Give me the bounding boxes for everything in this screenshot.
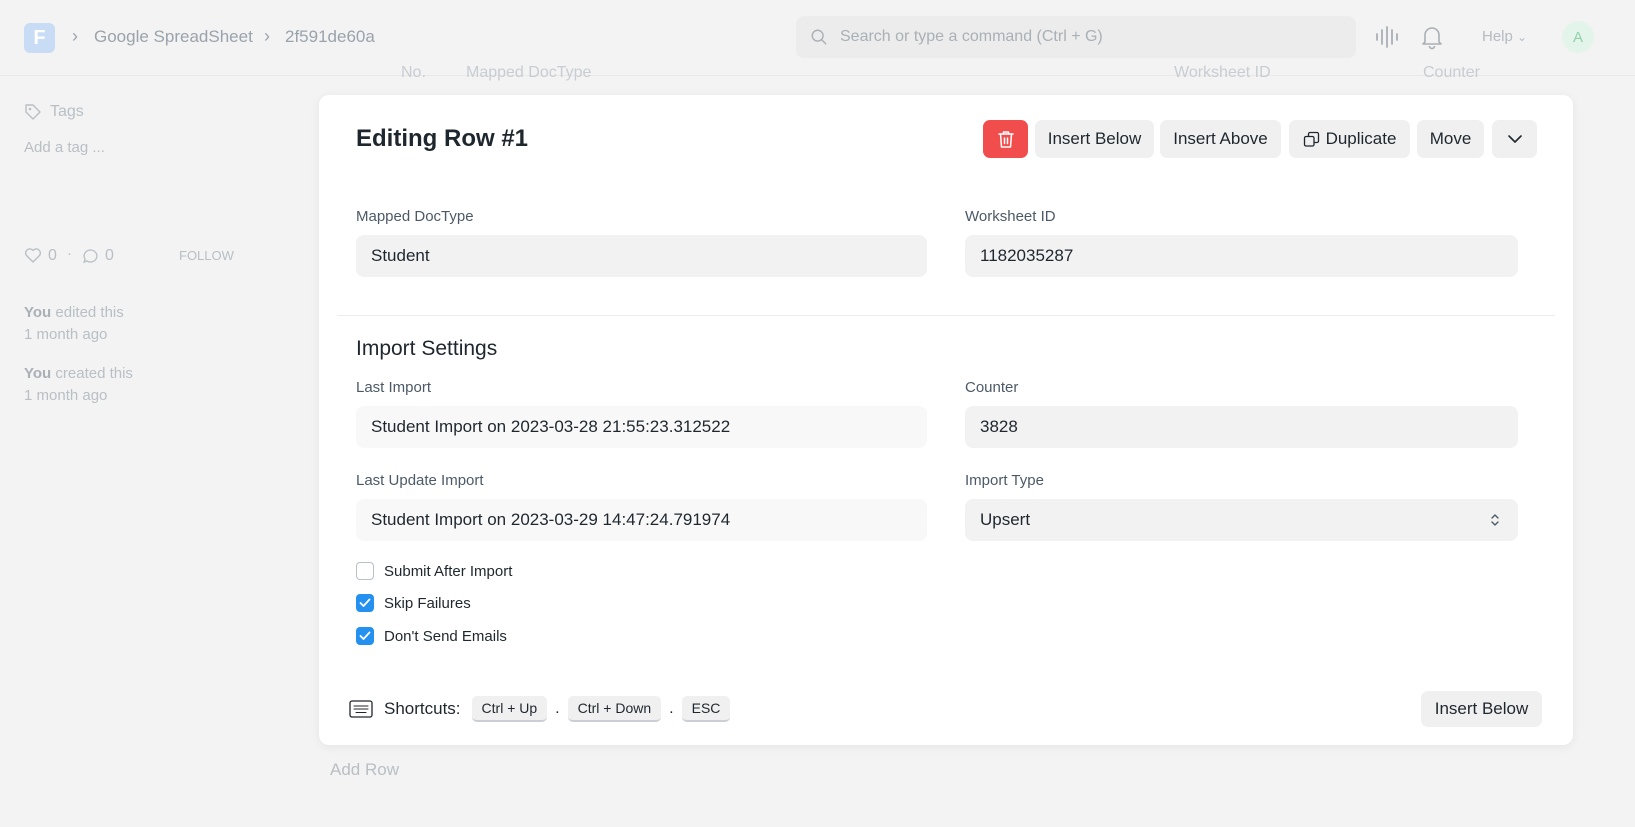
last-import-value: Student Import on 2023-03-28 21:55:23.31…: [371, 417, 731, 436]
help-label: Help: [1482, 28, 1513, 45]
grid-header-counter: Counter: [1423, 64, 1480, 81]
shortcut-key: ESC: [681, 696, 731, 722]
chevron-down-icon: ⌄: [1517, 30, 1528, 44]
insert-below-button[interactable]: Insert Below: [1035, 120, 1154, 158]
collapse-dialog-button[interactable]: [1492, 120, 1537, 158]
last-update-import-value: Student Import on 2023-03-29 14:47:24.79…: [371, 510, 731, 529]
checkbox-label: Submit After Import: [384, 562, 513, 580]
help-dropdown[interactable]: Help ⌄: [1482, 28, 1527, 45]
add-tag-link[interactable]: Add a tag ...: [24, 139, 105, 156]
shortcut-key: Ctrl + Down: [567, 696, 662, 722]
comment-icon[interactable]: [82, 248, 99, 265]
shortcut-key: Ctrl + Up: [471, 696, 548, 722]
tags-label: Tags: [50, 103, 84, 120]
follow-button[interactable]: FOLLOW: [179, 248, 234, 263]
checkbox-checked[interactable]: [356, 627, 374, 645]
last-import-label: Last Import: [356, 379, 432, 396]
last-update-import-field: Student Import on 2023-03-29 14:47:24.79…: [356, 499, 927, 541]
counter-value: 3828: [980, 417, 1018, 436]
import-type-value: Upsert: [980, 510, 1031, 529]
search-placeholder: Search or type a command (Ctrl + G): [840, 28, 1103, 45]
chevron-right-icon: ›: [72, 26, 78, 46]
activity-item: You edited this 1 month ago: [24, 302, 124, 346]
import-type-select[interactable]: Upsert: [965, 499, 1518, 541]
breadcrumb-google-spreadsheet[interactable]: Google SpreadSheet: [94, 27, 253, 47]
insert-above-button[interactable]: Insert Above: [1160, 120, 1281, 158]
counter-field[interactable]: 3828: [965, 406, 1518, 448]
tag-icon: [25, 104, 41, 120]
voice-waveform-icon[interactable]: [1374, 24, 1400, 50]
search-input[interactable]: Search or type a command (Ctrl + G): [796, 16, 1356, 58]
separator-dot: ·: [67, 245, 72, 262]
comment-count: 0: [105, 247, 114, 264]
sidebar: Tags Add a tag ... 0 · 0 FOLLOW You edit…: [0, 76, 296, 827]
footer-insert-below-button[interactable]: Insert Below: [1421, 691, 1542, 727]
dialog-title: Editing Row #1: [356, 125, 529, 152]
separator-dot: .: [555, 700, 560, 717]
checkbox-label: Skip Failures: [384, 594, 471, 612]
submit-after-import-checkbox[interactable]: Submit After Import: [356, 562, 512, 580]
import-settings-heading: Import Settings: [356, 337, 498, 360]
avatar[interactable]: A: [1562, 21, 1594, 53]
duplicate-icon: [1303, 131, 1319, 147]
search-icon: [811, 29, 827, 45]
worksheet-id-label: Worksheet ID: [965, 208, 1056, 225]
move-button[interactable]: Move: [1417, 120, 1484, 158]
dont-send-emails-checkbox[interactable]: Don't Send Emails: [356, 627, 507, 645]
checkbox-checked[interactable]: [356, 594, 374, 612]
duplicate-button[interactable]: Duplicate: [1289, 120, 1410, 158]
counter-label: Counter: [965, 379, 1019, 396]
heart-icon[interactable]: [24, 247, 42, 263]
delete-row-button[interactable]: [983, 120, 1028, 158]
chevron-down-icon: [1507, 135, 1522, 143]
mapped-doctype-label: Mapped DocType: [356, 208, 474, 225]
keyboard-icon: [349, 700, 373, 718]
grid-header-worksheet-id: Worksheet ID: [1174, 64, 1271, 81]
activity-user: You: [24, 365, 52, 382]
shortcuts-label: Shortcuts:: [384, 699, 461, 718]
grid-header-mapped-doctype: Mapped DocType: [466, 64, 592, 81]
mapped-doctype-field[interactable]: Student: [356, 235, 927, 277]
bell-icon[interactable]: [1419, 24, 1445, 50]
edit-row-dialog: Editing Row #1 Insert Below Insert Above…: [319, 95, 1573, 745]
checkbox-label: Don't Send Emails: [384, 627, 507, 645]
grid-header-no: No.: [401, 64, 426, 81]
section-divider: [337, 315, 1555, 316]
like-count: 0: [48, 247, 57, 264]
separator-dot: .: [669, 700, 674, 717]
shortcuts-bar: Shortcuts: Ctrl + Up . Ctrl + Down . ESC: [349, 696, 731, 722]
activity-item: You created this 1 month ago: [24, 363, 133, 407]
duplicate-label: Duplicate: [1325, 129, 1397, 148]
last-update-import-label: Last Update Import: [356, 472, 484, 489]
add-row-button[interactable]: Add Row: [330, 760, 399, 780]
worksheet-id-field[interactable]: 1182035287: [965, 235, 1518, 277]
last-import-field: Student Import on 2023-03-28 21:55:23.31…: [356, 406, 927, 448]
mapped-doctype-value: Student: [371, 246, 430, 265]
chevron-right-icon: ›: [264, 26, 270, 46]
select-arrows-icon: [1491, 514, 1499, 526]
app-logo[interactable]: F: [24, 23, 55, 53]
checkbox-unchecked[interactable]: [356, 562, 374, 580]
import-type-label: Import Type: [965, 472, 1044, 489]
skip-failures-checkbox[interactable]: Skip Failures: [356, 594, 471, 612]
activity-time: 1 month ago: [24, 387, 108, 404]
check-icon: [359, 631, 371, 640]
trash-icon: [997, 131, 1014, 148]
navbar: F › Google SpreadSheet › 2f591de60a Sear…: [0, 0, 1635, 76]
worksheet-id-value: 1182035287: [980, 246, 1074, 265]
activity-action: edited this: [51, 304, 124, 321]
breadcrumb-document[interactable]: 2f591de60a: [285, 27, 375, 47]
activity-user: You: [24, 304, 52, 321]
activity-time: 1 month ago: [24, 326, 108, 343]
activity-action: created this: [51, 365, 133, 382]
check-icon: [359, 598, 371, 607]
